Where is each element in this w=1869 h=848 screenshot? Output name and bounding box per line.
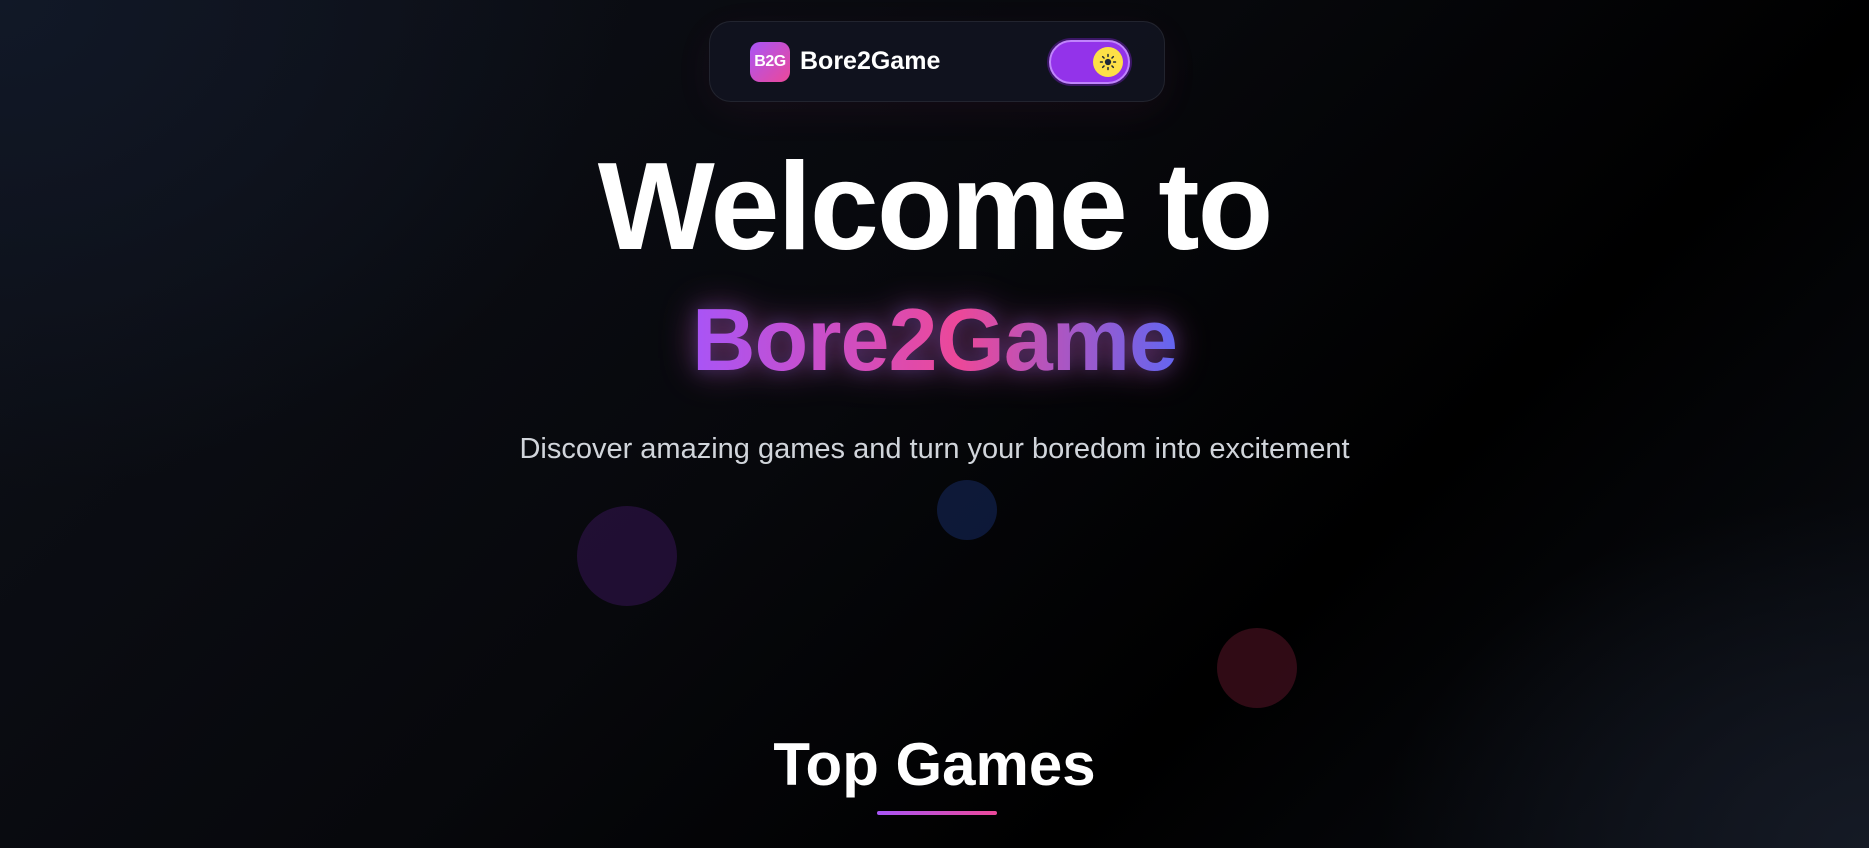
hero-title: Welcome to bbox=[597, 138, 1274, 276]
decorative-bubble-purple bbox=[577, 506, 677, 606]
sun-icon bbox=[1099, 53, 1117, 70]
hero-brand: Bore2Game bbox=[691, 290, 1178, 389]
section-title-top-games: Top Games bbox=[773, 731, 1096, 798]
logo-badge: B2G bbox=[750, 41, 790, 82]
section-title-underline bbox=[877, 811, 997, 815]
brand-logo-link[interactable]: B2G Bore2Game bbox=[750, 41, 941, 82]
brand-name: Bore2Game bbox=[800, 47, 941, 75]
hero-brand-container: Bore2Game bbox=[0, 296, 1869, 384]
decorative-bubble-blue bbox=[937, 480, 997, 540]
toggle-knob bbox=[1093, 46, 1123, 77]
theme-toggle[interactable] bbox=[1049, 39, 1130, 84]
navbar: B2G Bore2Game bbox=[709, 21, 1165, 102]
decorative-bubble-red bbox=[1217, 628, 1297, 708]
hero-subtitle: Discover amazing games and turn your bor… bbox=[519, 433, 1350, 465]
